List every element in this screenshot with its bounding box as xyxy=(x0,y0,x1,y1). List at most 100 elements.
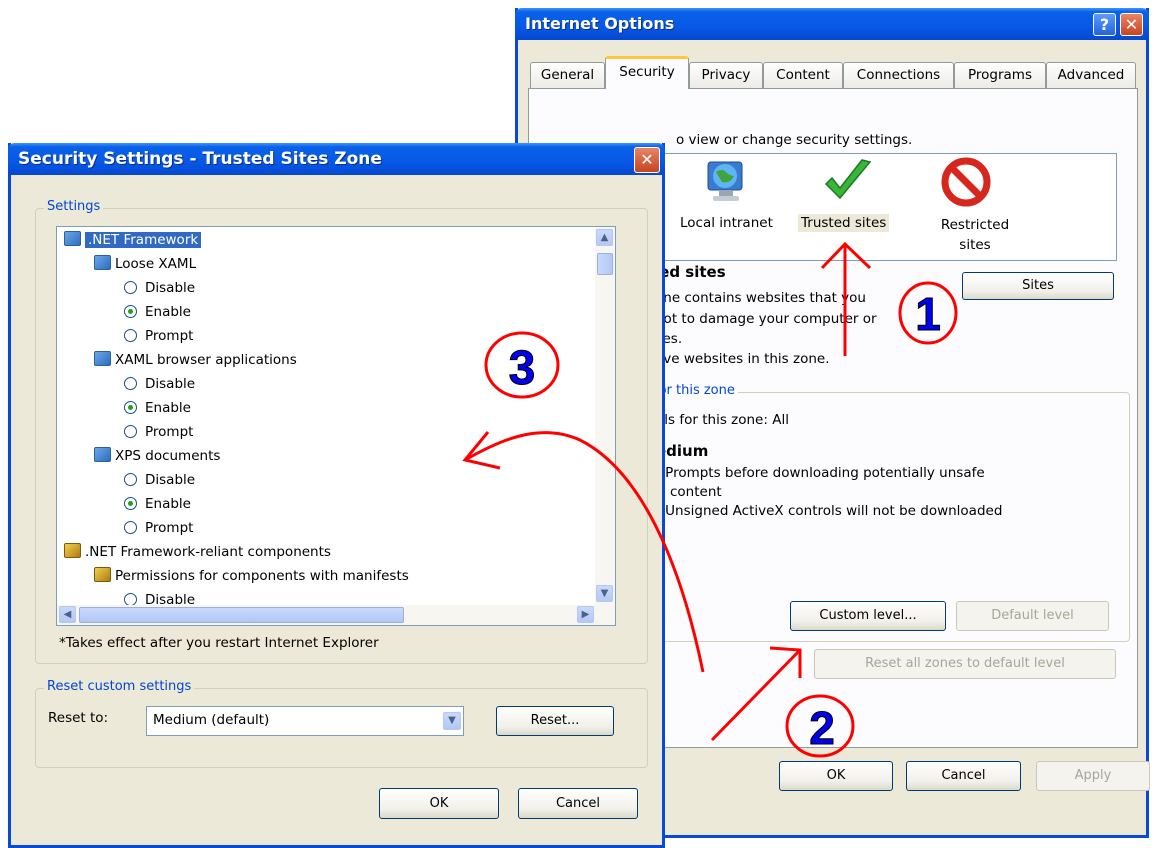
tree-item-label: Enable xyxy=(145,400,191,416)
tree-item-label: Prompt xyxy=(145,520,194,536)
tab-general[interactable]: General xyxy=(530,62,605,88)
tree-item-label: Enable xyxy=(145,304,191,320)
component-gear-icon xyxy=(64,543,81,558)
radio-unchecked-icon[interactable] xyxy=(124,281,137,294)
default-level-button[interactable]: Default level xyxy=(956,601,1109,631)
tab-content[interactable]: Content xyxy=(763,62,843,88)
security-settings-titlebar[interactable]: Security Settings - Trusted Sites Zone ✕ xyxy=(8,143,665,175)
cancel-button[interactable]: Cancel xyxy=(518,788,638,819)
tree-radio-option[interactable]: Enable xyxy=(124,397,191,419)
zone-trusted-sites[interactable]: Trusted sites xyxy=(798,214,890,232)
tab-connections[interactable]: Connections xyxy=(843,62,954,88)
settings-category-icon xyxy=(64,231,81,246)
radio-unchecked-icon[interactable] xyxy=(124,329,137,342)
tree-item-label: Prompt xyxy=(145,424,194,440)
tree-radio-option[interactable]: Enable xyxy=(124,493,191,515)
radio-checked-icon[interactable] xyxy=(124,305,137,318)
level-bullet-2: content xyxy=(670,484,722,500)
zone-local-intranet[interactable]: Local intranet xyxy=(680,215,773,231)
tree-radio-option[interactable]: Disable xyxy=(124,373,195,395)
tree-item-label: Disable xyxy=(145,280,196,296)
tree-item-label: XPS documents xyxy=(115,448,221,464)
restart-note: *Takes effect after you restart Internet… xyxy=(59,635,379,651)
radio-unchecked-icon[interactable] xyxy=(124,521,137,534)
tree-item-label: Permissions for components with manifest… xyxy=(115,568,409,584)
tab-advanced[interactable]: Advanced xyxy=(1046,62,1136,88)
globe-monitor-icon xyxy=(707,161,743,201)
radio-unchecked-icon[interactable] xyxy=(124,377,137,390)
horizontal-scroll-thumb[interactable] xyxy=(79,607,404,623)
tree-radio-option[interactable]: Enable xyxy=(124,301,191,323)
ok-button[interactable]: OK xyxy=(379,788,499,819)
settings-tree-items: .NET Framework Loose XAML Disable Enable Pro… xyxy=(57,227,597,608)
tree-radio-option[interactable]: Disable xyxy=(124,469,195,491)
tree-item-label: Disable xyxy=(145,376,196,392)
reset-group-title: Reset custom settings xyxy=(44,679,195,694)
zone-desc-line-1: one contains websites that you xyxy=(655,290,866,306)
close-button[interactable]: ✕ xyxy=(1120,13,1143,36)
tree-item-label: XAML browser applications xyxy=(115,352,297,368)
zone-desc-line-2: not to damage your computer or xyxy=(655,311,877,327)
red-no-icon xyxy=(941,157,991,207)
scroll-down-button[interactable]: ▼ xyxy=(596,585,613,602)
tab-privacy[interactable]: Privacy xyxy=(689,62,763,88)
tree-item-label: Loose XAML xyxy=(115,256,197,272)
tree-radio-option[interactable]: Prompt xyxy=(124,421,193,443)
level-bullet-1: - Prompts before downloading potentially… xyxy=(656,465,985,481)
settings-category-icon xyxy=(94,351,111,366)
close-button[interactable]: ✕ xyxy=(634,147,660,173)
tree-category[interactable]: XAML browser applications xyxy=(94,349,297,371)
select-zone-text: o view or change security settings. xyxy=(676,132,913,148)
scroll-left-button[interactable]: ◀ xyxy=(59,606,76,623)
tree-item-label: Disable xyxy=(145,472,196,488)
radio-unchecked-icon[interactable] xyxy=(124,425,137,438)
apply-button[interactable]: Apply xyxy=(1036,761,1150,791)
tree-item-label: .NET Framework-reliant components xyxy=(85,544,331,560)
tree-category[interactable]: .NET Framework-reliant components xyxy=(64,541,331,563)
reset-all-zones-button[interactable]: Reset all zones to default level xyxy=(814,649,1116,679)
settings-category-icon xyxy=(94,447,111,462)
tree-category[interactable]: .NET Framework xyxy=(64,229,202,251)
allowed-levels-text: els for this zone: All xyxy=(656,412,789,428)
tab-programs[interactable]: Programs xyxy=(954,62,1046,88)
reset-to-label: Reset to: xyxy=(48,710,109,726)
tree-category[interactable]: Loose XAML xyxy=(94,253,196,275)
security-settings-window: Security Settings - Trusted Sites Zone ✕… xyxy=(8,143,665,848)
help-button[interactable]: ? xyxy=(1093,13,1116,36)
window-title: Security Settings - Trusted Sites Zone xyxy=(18,149,382,169)
reset-button[interactable]: Reset... xyxy=(496,706,614,736)
radio-checked-icon[interactable] xyxy=(124,401,137,414)
scroll-right-button[interactable]: ▶ xyxy=(577,606,594,623)
tree-category[interactable]: XPS documents xyxy=(94,445,220,467)
vertical-scrollbar[interactable]: ▲ ▼ xyxy=(595,227,615,607)
radio-checked-icon[interactable] xyxy=(124,497,137,510)
zone-desc-line-4: ave websites in this zone. xyxy=(655,351,830,367)
horizontal-scrollbar[interactable]: ◀ ▶ xyxy=(57,605,615,625)
tree-radio-option[interactable]: Prompt xyxy=(124,517,193,539)
sites-button[interactable]: Sites xyxy=(962,272,1114,300)
tree-item-label: Prompt xyxy=(145,328,194,344)
zone-restricted-sites[interactable]: Restricted sites xyxy=(925,215,1025,255)
settings-category-icon xyxy=(94,255,111,270)
tree-item-label: Enable xyxy=(145,496,191,512)
internet-options-titlebar[interactable]: Internet Options ? ✕ xyxy=(515,8,1149,40)
level-bullet-3: - Unsigned ActiveX controls will not be … xyxy=(656,503,1003,519)
reset-to-value: Medium (default) xyxy=(153,712,270,728)
cancel-button[interactable]: Cancel xyxy=(906,761,1021,791)
scroll-thumb[interactable] xyxy=(597,253,613,275)
tree-category[interactable]: Permissions for components with manifest… xyxy=(94,565,409,587)
chevron-down-icon[interactable]: ▼ xyxy=(443,712,461,730)
tab-security[interactable]: Security xyxy=(605,56,689,89)
settings-tree[interactable]: .NET Framework Loose XAML Disable Enable Pro… xyxy=(56,226,616,626)
ok-button[interactable]: OK xyxy=(779,761,893,791)
custom-level-button[interactable]: Custom level... xyxy=(790,601,946,631)
settings-group-title: Settings xyxy=(44,199,104,214)
window-title: Internet Options xyxy=(525,14,675,33)
reset-to-select[interactable]: Medium (default) ▼ xyxy=(146,706,464,736)
green-check-icon xyxy=(824,159,872,200)
tree-radio-option[interactable]: Disable xyxy=(124,277,195,299)
tree-item-label: .NET Framework xyxy=(85,232,202,248)
tree-radio-option[interactable]: Prompt xyxy=(124,325,193,347)
scroll-up-button[interactable]: ▲ xyxy=(596,229,613,246)
radio-unchecked-icon[interactable] xyxy=(124,473,137,486)
